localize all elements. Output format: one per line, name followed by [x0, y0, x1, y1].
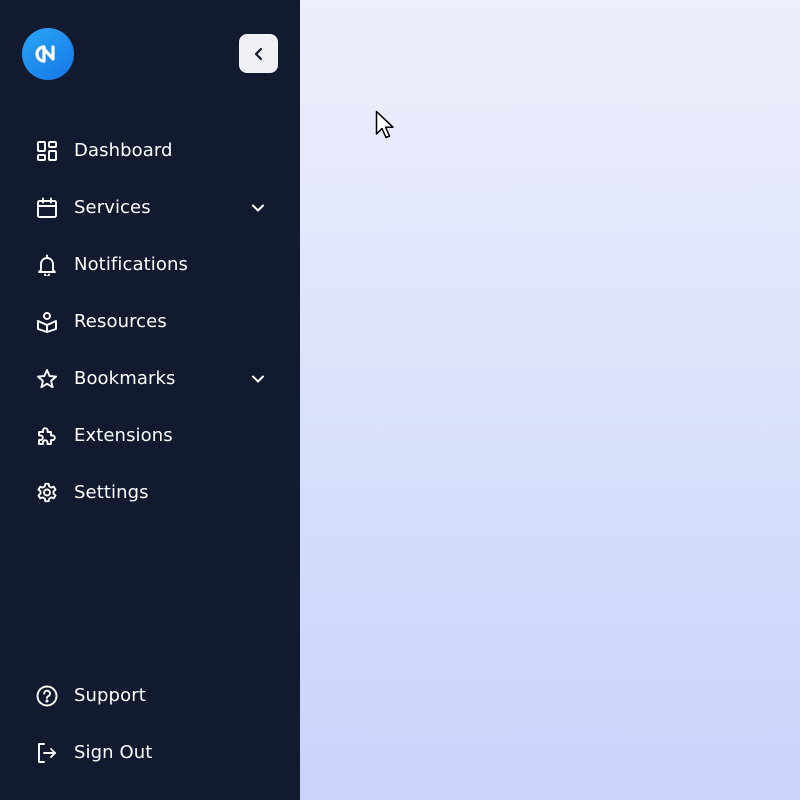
- brand-logo[interactable]: [22, 28, 74, 80]
- collapse-sidebar-button[interactable]: [239, 34, 278, 73]
- sidebar-item-label: Bookmarks: [74, 368, 176, 389]
- gear-icon: [35, 481, 59, 505]
- sidebar-item-label: Support: [74, 685, 146, 706]
- star-icon: [35, 367, 59, 391]
- resources-icon: [35, 310, 59, 334]
- sidebar-item-label: Sign Out: [74, 742, 153, 763]
- help-circle-icon: [35, 684, 59, 708]
- sidebar-item-label: Services: [74, 197, 151, 218]
- sidebar-item-bookmarks[interactable]: Bookmarks: [0, 350, 300, 407]
- chevron-left-icon: [254, 47, 262, 60]
- bell-icon: [35, 253, 59, 277]
- sidebar-item-support[interactable]: Support: [0, 667, 300, 724]
- sidebar-item-settings[interactable]: Settings: [0, 464, 300, 521]
- sidebar-item-label: Dashboard: [74, 140, 173, 161]
- brand-logo-icon: [35, 45, 55, 63]
- sidebar-item-sign-out[interactable]: Sign Out: [0, 724, 300, 781]
- sidebar-nav: Dashboard Services Notifications Resourc…: [0, 122, 300, 521]
- mouse-cursor-icon: [375, 110, 394, 139]
- sidebar-bottom-nav: Support Sign Out: [0, 667, 300, 781]
- puzzle-icon: [35, 424, 59, 448]
- sidebar-item-label: Extensions: [74, 425, 173, 446]
- dashboard-grid-icon: [35, 139, 59, 163]
- chevron-down-icon[interactable]: [249, 370, 267, 388]
- sign-out-icon: [35, 741, 59, 765]
- sidebar-item-dashboard[interactable]: Dashboard: [0, 122, 300, 179]
- sidebar: Dashboard Services Notifications Resourc…: [0, 0, 300, 800]
- sidebar-item-extensions[interactable]: Extensions: [0, 407, 300, 464]
- sidebar-item-services[interactable]: Services: [0, 179, 300, 236]
- sidebar-item-label: Notifications: [74, 254, 188, 275]
- chevron-down-icon[interactable]: [249, 199, 267, 217]
- sidebar-item-label: Settings: [74, 482, 149, 503]
- sidebar-item-resources[interactable]: Resources: [0, 293, 300, 350]
- calendar-icon: [35, 196, 59, 220]
- sidebar-item-notifications[interactable]: Notifications: [0, 236, 300, 293]
- sidebar-item-label: Resources: [74, 311, 167, 332]
